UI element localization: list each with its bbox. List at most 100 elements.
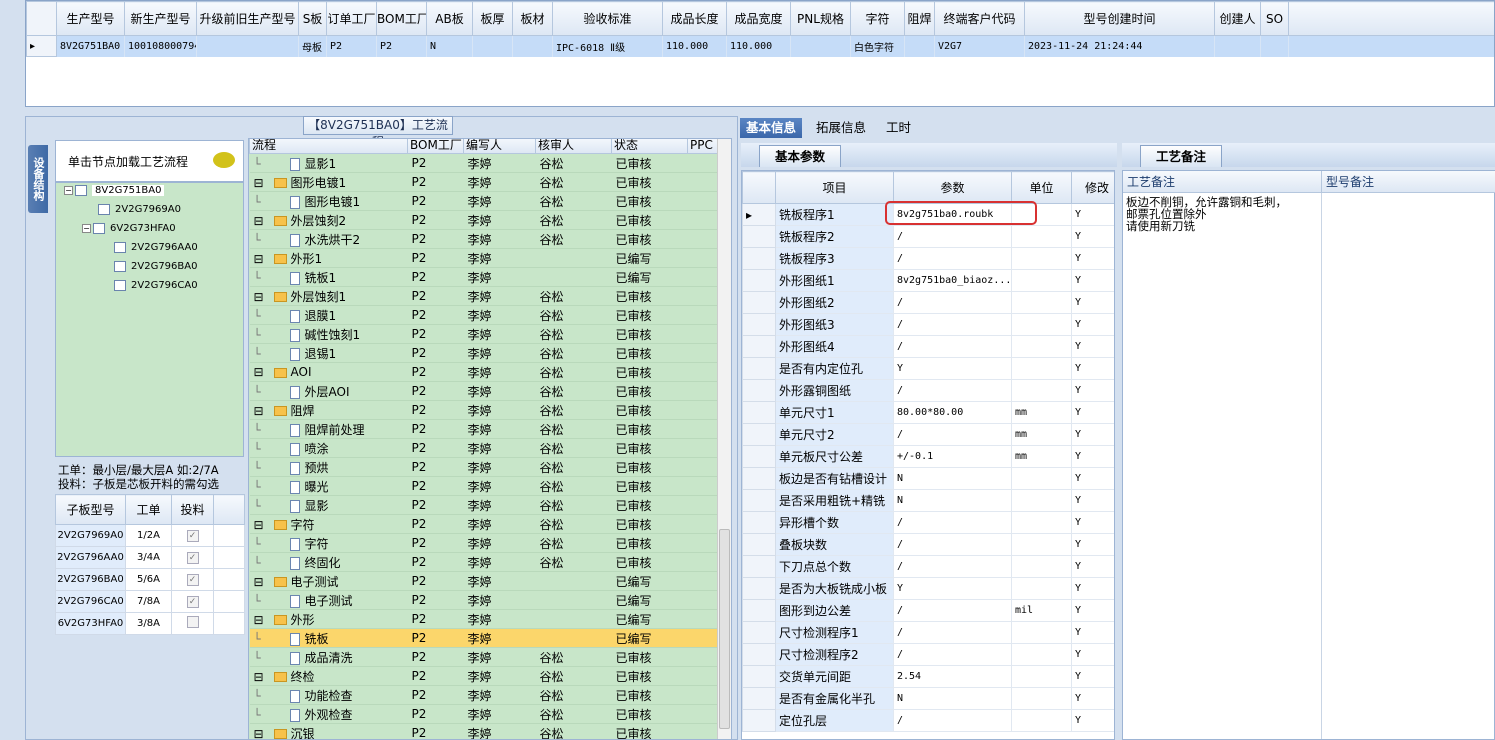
tab-work-hours[interactable]: 工时: [880, 118, 917, 138]
flow-row[interactable]: └ 喷涂 P2 李婷 谷松 已审核: [249, 438, 720, 458]
param-row[interactable]: 图形到边公差 / mil Y: [742, 599, 1114, 622]
flow-row[interactable]: └ 图形电镀1 P2 李婷 谷松 已审核: [249, 191, 720, 211]
param-value[interactable]: /: [893, 379, 1012, 402]
col-header[interactable]: SO: [1260, 1, 1289, 36]
param-value[interactable]: /: [893, 313, 1012, 336]
param-row[interactable]: 板边是否有钻槽设计 N Y: [742, 467, 1114, 490]
param-row[interactable]: 外形露铜图纸 / Y: [742, 379, 1114, 402]
flow-row[interactable]: ⊟ 图形电镀1 P2 李婷 谷松 已审核: [249, 172, 720, 192]
param-row[interactable]: 外形图纸3/ Y: [742, 313, 1114, 336]
flow-row[interactable]: └ 功能检查 P2 李婷 谷松 已审核: [249, 685, 720, 705]
col-header[interactable]: PPC: [687, 139, 720, 154]
param-value[interactable]: /: [893, 621, 1012, 644]
col-header[interactable]: 成品长度: [662, 1, 727, 36]
vertical-scrollbar[interactable]: [717, 139, 731, 739]
tree-node[interactable]: 2V2G796AA0: [114, 240, 198, 256]
cell[interactable]: [790, 35, 851, 57]
feed-checkbox[interactable]: [171, 612, 214, 635]
cell[interactable]: V2G7: [934, 35, 1025, 57]
cell[interactable]: 110.000: [726, 35, 791, 57]
flow-row[interactable]: ⊟ AOI P2 李婷 谷松 已审核: [249, 362, 720, 382]
param-value[interactable]: Y: [893, 577, 1012, 600]
vertical-tab-structure[interactable]: 设备结构: [28, 145, 48, 213]
flow-row[interactable]: └ 电子测试 P2 李婷 已编写: [249, 590, 720, 610]
col-header[interactable]: 子板型号: [55, 494, 126, 525]
table-row[interactable]: 2V2G7969A0 1/2A ✓: [55, 524, 245, 547]
param-row[interactable]: 交货单元间距 2.54 Y: [742, 665, 1114, 688]
col-header[interactable]: 生产型号: [56, 1, 125, 36]
param-row[interactable]: 单元板尺寸公差 +/-0.1 mm Y: [742, 445, 1114, 468]
tree-node[interactable]: 2V2G796CA0: [114, 278, 198, 294]
row-indicator[interactable]: ▸: [26, 35, 57, 57]
col-header[interactable]: 板材: [512, 1, 553, 36]
flow-row[interactable]: ⊟ 外形1 P2 李婷 已编写: [249, 248, 720, 268]
flow-row[interactable]: └ 退膜1 P2 李婷 谷松 已审核: [249, 305, 720, 325]
param-value[interactable]: /: [893, 511, 1012, 534]
tab-extended-info[interactable]: 拓展信息: [810, 118, 872, 138]
param-value[interactable]: 8v2g751ba0_biaoz...: [893, 269, 1012, 292]
param-value[interactable]: /: [893, 291, 1012, 314]
param-value[interactable]: 2.54: [893, 665, 1012, 688]
cell[interactable]: 2023-11-24 21:24:44: [1024, 35, 1215, 57]
param-row[interactable]: 是否采用粗铣+精铣 N Y: [742, 489, 1114, 512]
sub-board-grid[interactable]: 子板型号 工单 投料 2V2G7969A0 1/2A ✓ 2V2G796AA0 3/4A…: [55, 494, 245, 635]
param-row[interactable]: 叠板块数 / Y: [742, 533, 1114, 556]
param-value[interactable]: 80.00*80.00: [893, 401, 1012, 424]
tree-node[interactable]: −8V2G751BA0: [64, 183, 165, 199]
col-header[interactable]: 订单工厂: [326, 1, 377, 36]
cell[interactable]: 白色字符: [850, 35, 905, 57]
cell[interactable]: 10010800079472: [124, 35, 197, 57]
param-value[interactable]: /: [893, 599, 1012, 622]
param-value[interactable]: /: [893, 533, 1012, 556]
param-value[interactable]: /: [893, 335, 1012, 358]
cell[interactable]: [196, 35, 299, 57]
flow-row[interactable]: ⊟ 沉银 P2 李婷 谷松 已审核: [249, 723, 720, 739]
col-header[interactable]: 参数: [893, 171, 1012, 204]
col-header[interactable]: 投料: [171, 494, 214, 525]
process-note-text[interactable]: 板边不削铜，允许露铜和毛刺， 邮票孔位置除外 请使用新刀铣: [1126, 196, 1301, 232]
cell[interactable]: [472, 35, 513, 57]
param-value[interactable]: +/-0.1: [893, 445, 1012, 468]
cell[interactable]: 8V2G751BA0: [56, 35, 125, 57]
feed-checkbox[interactable]: ✓: [171, 546, 214, 569]
param-row[interactable]: 外形图纸4/ Y: [742, 335, 1114, 358]
col-header[interactable]: AB板: [426, 1, 473, 36]
param-row[interactable]: 定位孔层 / Y: [742, 709, 1114, 732]
param-row[interactable]: 外形图纸1 8v2g751ba0_biaoz... Y: [742, 269, 1114, 292]
col-header[interactable]: 修改: [1071, 171, 1114, 204]
flow-row[interactable]: └ 铣板 P2 李婷 已编写: [249, 628, 720, 648]
param-row[interactable]: 单元尺寸1 80.00*80.00 mm Y: [742, 401, 1114, 424]
flow-row[interactable]: ⊟ 电子测试 P2 李婷 已编写: [249, 571, 720, 591]
col-header[interactable]: 阻焊: [904, 1, 935, 36]
tab-process-notes[interactable]: 工艺备注: [1140, 145, 1222, 167]
flow-row[interactable]: └ 碱性蚀刻1 P2 李婷 谷松 已审核: [249, 324, 720, 344]
tree-node[interactable]: −6V2G73HFA0: [82, 221, 176, 237]
note-grid[interactable]: 工艺备注 型号备注: [1122, 170, 1495, 740]
param-value[interactable]: N: [893, 489, 1012, 512]
param-value[interactable]: Y: [893, 357, 1012, 380]
flow-row[interactable]: └ 外层AOI P2 李婷 谷松 已审核: [249, 381, 720, 401]
flow-row[interactable]: └ 水洗烘干2 P2 李婷 谷松 已审核: [249, 229, 720, 249]
table-row[interactable]: 2V2G796BA0 5/6A ✓: [55, 568, 245, 591]
col-header[interactable]: 核审人: [535, 139, 612, 154]
param-row[interactable]: 外形图纸2/ Y: [742, 291, 1114, 314]
col-header[interactable]: 流程: [249, 139, 408, 154]
tab-base-params[interactable]: 基本参数: [759, 145, 841, 167]
tree-node[interactable]: 2V2G796BA0: [114, 259, 197, 275]
col-header[interactable]: 终端客户代码: [934, 1, 1025, 36]
param-row[interactable]: 异形槽个数 / Y: [742, 511, 1114, 534]
table-row[interactable]: 2V2G796AA0 3/4A ✓: [55, 546, 245, 569]
col-header[interactable]: 型号创建时间: [1024, 1, 1215, 36]
flow-row[interactable]: ⊟ 外层蚀刻1 P2 李婷 谷松 已审核: [249, 286, 720, 306]
cell[interactable]: [1260, 35, 1289, 57]
col-header[interactable]: BOM工厂: [376, 1, 427, 36]
process-flow-grid[interactable]: 流程 BOM工厂 编写人 核审人 状态 PPC └ 显影1 P2 李婷 谷松 已审核 ⊟ 图形电镀1 P2…: [248, 138, 732, 740]
col-header[interactable]: 字符: [850, 1, 905, 36]
param-value[interactable]: /: [893, 423, 1012, 446]
param-row[interactable]: 尺寸检测程序1/ Y: [742, 621, 1114, 644]
table-row[interactable]: 6V2G73HFA0 3/8A: [55, 612, 245, 635]
cell[interactable]: [904, 35, 935, 57]
feed-checkbox[interactable]: ✓: [171, 568, 214, 591]
param-value[interactable]: N: [893, 687, 1012, 710]
col-header[interactable]: 创建人: [1214, 1, 1261, 36]
